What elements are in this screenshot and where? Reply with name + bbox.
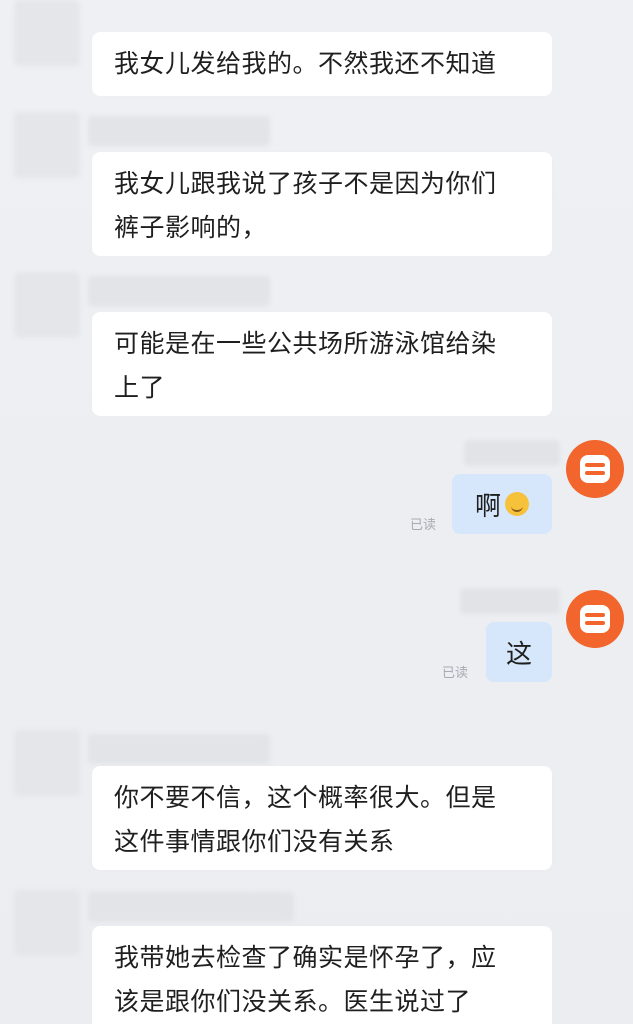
message-text-line: 我女儿跟我说了孩子不是因为你们	[114, 169, 497, 198]
message-bubble-incoming[interactable]: 我女儿发给我的。不然我还不知道	[92, 32, 552, 96]
message-bubble-outgoing[interactable]: 这	[486, 622, 552, 682]
message-bubble-incoming[interactable]: 我女儿跟我说了孩子不是因为你们 裤子影响的，	[92, 152, 552, 256]
sender-avatar-blurred[interactable]	[14, 0, 80, 66]
sender-avatar-blurred[interactable]	[14, 730, 80, 796]
message-text-line: 可能是在一些公共场所游泳馆给染	[114, 329, 497, 358]
message-bubble-incoming[interactable]: 可能是在一些公共场所游泳馆给染 上了	[92, 312, 552, 416]
own-avatar[interactable]	[566, 440, 624, 498]
message-bubble-outgoing[interactable]: 啊	[452, 474, 552, 534]
chat-bubble-icon	[580, 605, 610, 633]
message-text-line: 你不要不信，这个概率很大。但是	[114, 783, 497, 812]
message-text-line: 这件事情跟你们没有关系	[114, 827, 395, 856]
message-text-line: 裤子影响的，	[114, 213, 268, 242]
sender-avatar-blurred[interactable]	[14, 890, 80, 956]
message-text: 这	[505, 639, 532, 670]
sender-name-blurred	[88, 116, 270, 146]
message-bubble-incoming[interactable]: 我带她去检查了确实是怀孕了，应 该是跟你们没关系。医生说过了	[92, 926, 552, 1024]
message-text-line: 该是跟你们没关系。医生说过了	[114, 987, 472, 1016]
message-text: 我女儿发给我的。不然我还不知道	[114, 49, 497, 78]
smiling-face-icon	[505, 492, 529, 516]
message-text: 啊	[474, 491, 501, 522]
own-name-blurred	[460, 588, 560, 614]
own-name-blurred	[464, 440, 560, 466]
own-avatar[interactable]	[566, 590, 624, 648]
sender-name-blurred	[88, 734, 270, 764]
message-bubble-incoming[interactable]: 你不要不信，这个概率很大。但是 这件事情跟你们没有关系	[92, 766, 552, 870]
sender-avatar-blurred[interactable]	[14, 272, 80, 338]
chat-bubble-icon	[580, 455, 610, 483]
sender-name-blurred	[88, 892, 294, 922]
chat-window: 我女儿发给我的。不然我还不知道 我女儿跟我说了孩子不是因为你们 裤子影响的， 可…	[0, 0, 633, 1024]
sender-name-blurred	[88, 276, 270, 306]
read-status: 已读	[442, 666, 469, 681]
message-text-line: 我带她去检查了确实是怀孕了，应	[114, 943, 497, 972]
read-status: 已读	[410, 518, 437, 533]
sender-avatar-blurred[interactable]	[14, 112, 80, 178]
message-text-line: 上了	[114, 373, 166, 402]
